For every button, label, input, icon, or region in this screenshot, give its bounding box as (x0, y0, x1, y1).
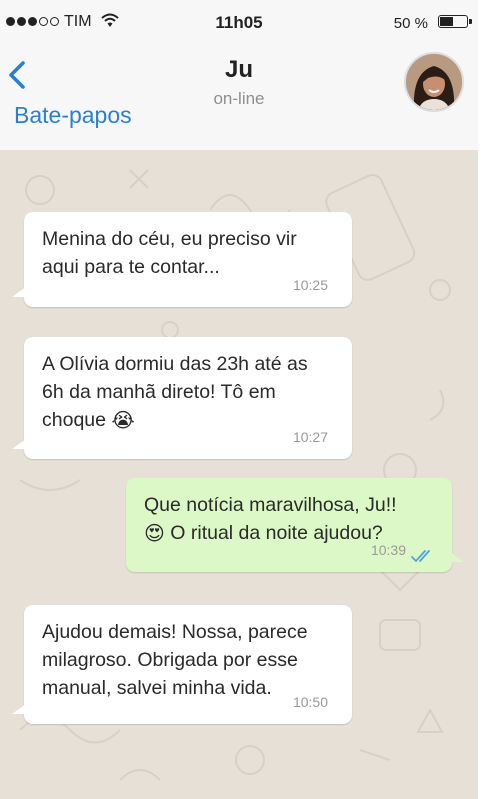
message-bubble-incoming[interactable]: Ajudou demais! Nossa, parece milagroso. … (12, 605, 352, 724)
message-text-line: Que notícia maravilhosa, Ju!! (144, 494, 397, 516)
message-text-line: Ajudou demais! Nossa, parece (42, 621, 308, 643)
message-text-line: manual, salvei minha vida. (42, 677, 272, 699)
chat-area[interactable]: Menina do céu, eu preciso vir aqui para … (0, 150, 478, 799)
message-time: 10:25 (292, 277, 328, 293)
status-bar: TIM 11h05 50 % (0, 0, 478, 46)
message-text-line: milagroso. Obrigada por esse (42, 649, 298, 671)
message-bubble-incoming[interactable]: Menina do céu, eu preciso vir aqui para … (12, 212, 352, 307)
message-text-line: choque (42, 409, 106, 431)
message-text-line: Menina do céu, eu preciso vir (42, 228, 297, 250)
crying-face-emoji-icon: 😭 (111, 408, 135, 432)
phone-screen: TIM 11h05 50 % Bate-papos Ju on-line Men… (0, 0, 484, 799)
double-check-icon (411, 550, 430, 563)
message-bubble-incoming[interactable]: A Olívia dormiu das 23h até as 6h da man… (12, 337, 352, 459)
message-text-line: O ritual da noite ajudou? (170, 522, 383, 544)
message-time: 10:39 (370, 542, 406, 558)
battery-percentage: 50 % (393, 15, 428, 32)
message-time: 10:27 (292, 429, 328, 445)
message-bubble-outgoing[interactable]: Que notícia maravilhosa, Ju!! 😍 O ritual… (126, 478, 464, 572)
chat-header: Bate-papos Ju on-line (0, 46, 478, 150)
avatar[interactable] (404, 52, 464, 112)
message-text-line: A Olívia dormiu das 23h até as (42, 353, 308, 375)
battery-icon (438, 15, 472, 28)
message-text-line: 6h da manhã direto! Tô em (42, 381, 276, 403)
message-time: 10:50 (292, 694, 328, 710)
heart-eyes-emoji-icon: 😍 (144, 521, 165, 545)
message-text-line: aqui para te contar... (42, 256, 220, 278)
